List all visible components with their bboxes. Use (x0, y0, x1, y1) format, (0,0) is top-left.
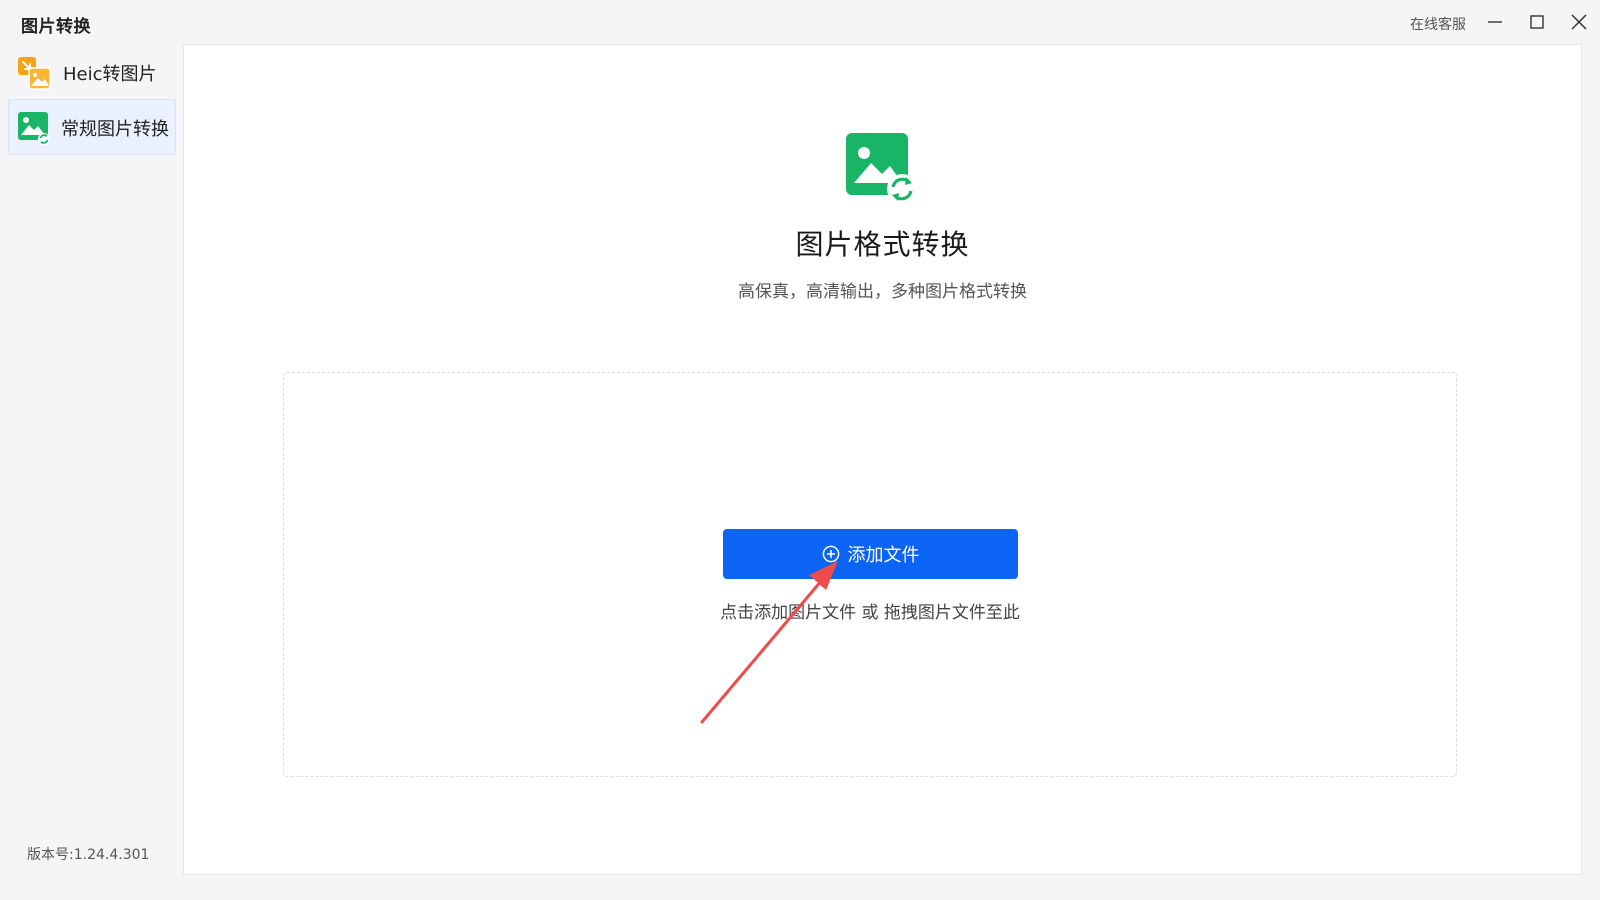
add-file-button[interactable]: 添加文件 (723, 529, 1018, 579)
close-button[interactable] (1565, 8, 1593, 36)
maximize-button[interactable] (1523, 8, 1551, 36)
page-subtitle: 高保真，高清输出，多种图片格式转换 (738, 282, 1027, 302)
app-title: 图片转换 (21, 17, 91, 37)
page-title: 图片格式转换 (795, 228, 970, 261)
version-label: 版本号:1.24.4.301 (27, 847, 150, 863)
sidebar: Heic转图片 常规图片转换 版本号:1.24.4.301 (0, 44, 182, 900)
main-panel: 图片格式转换 高保真，高清输出，多种图片格式转换 添加文件 点击添加图片文件 或… (183, 44, 1582, 875)
drop-hint-text: 点击添加图片文件 或 拖拽图片文件至此 (720, 603, 1020, 623)
title-bar: 图片转换 在线客服 (0, 0, 1600, 44)
minimize-icon (1488, 21, 1502, 23)
add-file-label: 添加文件 (847, 545, 920, 566)
sidebar-item-label: Heic转图片 (63, 64, 157, 85)
sidebar-item-label: 常规图片转换 (61, 119, 169, 140)
image-convert-icon (18, 112, 50, 145)
sidebar-item-general-convert[interactable]: 常规图片转换 (8, 99, 176, 155)
heic-convert-icon (18, 57, 51, 90)
plus-circle-icon (822, 545, 839, 563)
file-drop-zone[interactable]: 添加文件 点击添加图片文件 或 拖拽图片文件至此 (283, 372, 1457, 777)
online-support-link[interactable]: 在线客服 (1410, 14, 1466, 34)
image-convert-icon (846, 133, 917, 204)
sidebar-item-heic-convert[interactable]: Heic转图片 (8, 44, 176, 100)
close-icon (1571, 14, 1587, 30)
app-window: 图片转换 在线客服 Heic转图片 常规图片转换 版本号:1.24.4.301 … (0, 0, 1600, 900)
maximize-icon (1530, 15, 1544, 29)
minimize-button[interactable] (1481, 8, 1509, 36)
